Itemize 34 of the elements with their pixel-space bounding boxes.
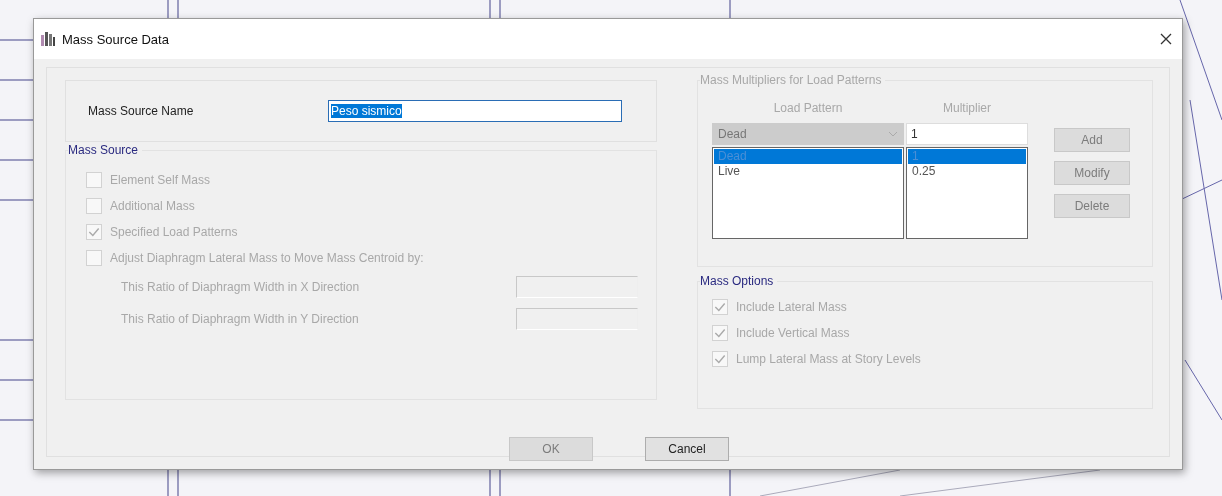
group-title: Mass Source [68, 143, 143, 157]
checkbox-label: Element Self Mass [110, 173, 211, 187]
dialog-button[interactable]: Cancel [645, 437, 729, 461]
list-item[interactable]: 0.25 [908, 164, 1026, 179]
column-header: Load Pattern [772, 101, 844, 117]
checkbox[interactable] [712, 351, 728, 367]
checkbox[interactable] [712, 325, 728, 341]
checkbox[interactable] [86, 198, 102, 214]
ratio-label: This Ratio of Diaphragm Width in Y Direction [121, 312, 360, 326]
checkbox[interactable] [86, 250, 102, 266]
checkbox[interactable] [86, 172, 102, 188]
list-item[interactable]: Live [714, 164, 902, 179]
multiplier-input-field[interactable]: 1 [906, 123, 1028, 145]
checkbox[interactable] [86, 224, 102, 240]
close-icon[interactable] [1160, 33, 1172, 45]
ratio-input-field[interactable] [516, 276, 638, 298]
field-label: Mass Source Name [88, 104, 195, 118]
checkbox-label: Specified Load Patterns [110, 225, 238, 239]
checkbox-label: Lump Lateral Mass at Story Levels [736, 352, 921, 366]
checkbox[interactable] [712, 299, 728, 315]
window-title: Mass Source Data [62, 31, 170, 47]
group-title: Mass Options [700, 274, 778, 288]
checkbox-label: Include Vertical Mass [736, 326, 850, 340]
ratio-label: This Ratio of Diaphragm Width in X Direction [121, 280, 361, 294]
caret-icon [888, 131, 898, 137]
group-title: Mass Multipliers for Load Patterns [700, 73, 886, 87]
checkbox-label: Adjust Diaphragm Lateral Mass to Move Mass Centroid by: [110, 251, 424, 265]
checkbox-label: Additional Mass [110, 199, 195, 213]
checkbox-label: Include Lateral Mass [736, 300, 847, 314]
ratio-input-field[interactable] [516, 308, 638, 330]
name-input-field[interactable]: Peso sismico [328, 100, 622, 122]
column-header: Multiplier [942, 101, 992, 117]
app-icon [40, 31, 56, 47]
load-pattern-dropdown[interactable]: Dead [712, 123, 904, 145]
